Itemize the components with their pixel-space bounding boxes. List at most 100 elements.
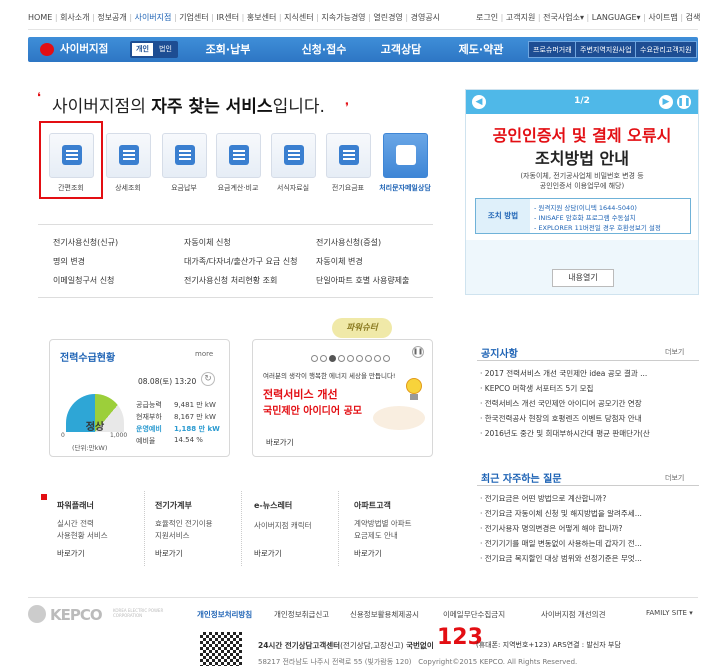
toggle-personal[interactable]: 개인 [132, 43, 153, 56]
footer-privacy-link[interactable]: 개인정보처리방침 [197, 609, 252, 620]
prosumer-button[interactable]: 프로슈머거래 [528, 41, 577, 58]
banner-desc1: (자동이체, 전기공사업체 비밀번호 변경 등 [520, 172, 644, 180]
top-link-biz[interactable]: 기업센터 [179, 13, 208, 22]
tab-inquiry[interactable]: 조회·납부 [180, 37, 276, 62]
top-link-about[interactable]: 회사소개 [60, 13, 89, 22]
promo-line1: 전력서비스 개선 [263, 388, 338, 401]
link-increase-supply[interactable]: 전기사용신청(증설) [316, 237, 381, 248]
pause-icon[interactable]: ❚❚ [412, 346, 424, 358]
service-label: 서식자료실 [276, 184, 310, 192]
top-link-ir[interactable]: IR센터 [216, 13, 239, 22]
quick-title: 아파트고객 [354, 501, 391, 510]
slide-dots[interactable] [311, 347, 392, 366]
top-link-home[interactable]: HOME [28, 13, 52, 22]
payment-icon [175, 145, 195, 165]
divider [38, 297, 433, 298]
promo-line2: 국민제안 아이디어 공모 [263, 406, 362, 417]
notice-more-link[interactable]: 더보기 [665, 347, 684, 357]
quick-item-newsletter[interactable]: e-뉴스레터 사이버지점 캐릭터 바로가기 [242, 491, 339, 566]
power-more-link[interactable]: more [195, 350, 213, 358]
notice-item[interactable]: · 한국전력공사 현장의 호평렌즈 이벤트 당첨자 안내 [480, 413, 695, 424]
quick-more-link[interactable]: 바로가기 [57, 548, 85, 559]
promo-caption: 여러분의 생각이 행복한 에너지 세상을 만듭니다! [263, 372, 396, 380]
top-link-pr[interactable]: 홍보센터 [247, 13, 276, 22]
top-nav-right: 로그인 | 고객지원 | 전국사업소▾ | LANGUAGE▾ | 사이트맵 |… [476, 13, 701, 22]
footer-link[interactable]: 개인정보취급신고 [274, 609, 329, 620]
service-payment[interactable] [162, 133, 207, 178]
link-family-discount[interactable]: 대가족/다자녀/출산가구 요금 신청 [184, 256, 298, 267]
kepco-logo[interactable]: KEPCO KOREA ELECTRIC POWER CORPORATION [28, 605, 188, 625]
top-link-public[interactable]: 경영공시 [411, 13, 440, 22]
quick-line: 요금제도 안내 [354, 531, 398, 540]
top-link-sustain[interactable]: 지속가능경영 [321, 13, 365, 22]
link-apartment-usage[interactable]: 단일아파트 호별 사용량제출 [316, 275, 409, 286]
login-link[interactable]: 로그인 [476, 13, 498, 22]
title-prefix: 사이버지점의 [52, 97, 152, 117]
tab-terms[interactable]: 제도·약관 [433, 37, 529, 62]
footer-link[interactable]: 사이버지점 개선의견 [541, 609, 605, 620]
faq-item[interactable]: · 전기기기를 매일 변동없이 사용하는데 갑자기 전... [480, 538, 695, 549]
notice-item[interactable]: · 2016년도 중간 및 희대부하시간대 평균 판매단가(산 [480, 428, 695, 439]
notice-banner: ◀ 1/2 ▶ ❚❚ 공인인증서 및 결제 오류시 조치방법 안내 (자동이체,… [465, 89, 699, 295]
offices-link[interactable]: 전국사업소 [543, 13, 580, 22]
service-detail-lookup[interactable] [106, 133, 151, 178]
top-link-cyber[interactable]: 사이버지점 [135, 13, 172, 22]
notice-item[interactable]: · 2017 전력서비스 개선 국민제안 idea 공모 결과 ... [480, 368, 695, 379]
service-forms[interactable] [271, 133, 316, 178]
regional-support-button[interactable]: 주변지역지원사업 [575, 41, 637, 58]
quick-item-powerplanner[interactable]: 파워플래너 실시간 전력 사용현황 서비스 바로가기 [41, 491, 145, 566]
service-label: 처리문자메일상담 [379, 184, 431, 192]
service-label: 전기요금표 [331, 184, 365, 192]
logo-text: KEPCO [50, 606, 103, 624]
top-link-knowledge[interactable]: 지식센터 [284, 13, 313, 22]
footer-link[interactable]: 이메일무단수집금지 [443, 609, 505, 620]
sitemap-link[interactable]: 사이트맵 [648, 13, 677, 22]
quick-title: e-뉴스레터 [254, 501, 293, 510]
top-link-open[interactable]: 열린경영 [373, 13, 402, 22]
power-datetime: 08.08(토) 13:20 [138, 377, 197, 386]
link-new-supply[interactable]: 전기사용신청(신규) [53, 237, 118, 248]
demand-mgmt-button[interactable]: 수요관리고객지원 [635, 41, 697, 58]
bill-zoom-icon [119, 145, 139, 165]
pause-icon[interactable]: ❚❚ [677, 95, 691, 109]
quick-more-link[interactable]: 바로가기 [155, 548, 183, 559]
link-autopay[interactable]: 자동이체 신청 [184, 237, 231, 248]
faq-more-link[interactable]: 더보기 [665, 473, 684, 483]
link-name-change[interactable]: 명의 변경 [53, 256, 85, 267]
link-email-bill[interactable]: 이메일청구서 신청 [53, 275, 114, 286]
faq-item[interactable]: · 전기요금은 어떤 방법으로 계산합니까? [480, 493, 695, 504]
notice-item[interactable]: · KEPCO 머학생 서포터즈 5기 모집 [480, 383, 695, 394]
footer-link[interactable]: 신용정보활용체제공시 [350, 609, 419, 620]
step-item: - EXPLORER 11버전일 경우 호환성보기 설정 [534, 224, 661, 232]
quick-item-household[interactable]: 전기가계부 효율적인 전기이용 지원서비스 바로가기 [145, 491, 242, 566]
service-quick-lookup[interactable] [49, 133, 94, 178]
quick-more-link[interactable]: 바로가기 [254, 548, 282, 559]
language-link[interactable]: LANGUAGE [592, 13, 637, 22]
service-calculate[interactable] [216, 133, 261, 178]
gauge-max: 1,000 [110, 432, 128, 439]
top-link-disclosure[interactable]: 정보공개 [97, 13, 126, 22]
support-link[interactable]: 고객지원 [506, 13, 535, 22]
search-link[interactable]: 검색 [686, 13, 701, 22]
row-label: 현재부하 [136, 413, 162, 421]
row-value: 14.54 % [174, 436, 203, 444]
refresh-icon[interactable]: ↻ [201, 372, 215, 386]
faq-item[interactable]: · 전기사용자 명의변경은 어떻게 해야 합니까? [480, 523, 695, 534]
faq-item[interactable]: · 전기요금 자동이체 신청 및 해지방법을 알려주세... [480, 508, 695, 519]
quick-services: 파워플래너 실시간 전력 사용현황 서비스 바로가기 전기가계부 효율적인 전기… [41, 491, 434, 566]
link-status-check[interactable]: 전기사용신청 처리현황 조회 [184, 275, 277, 286]
quick-more-link[interactable]: 바로가기 [354, 548, 382, 559]
notice-item[interactable]: · 전력서비스 개선 국민제안 아이디어 공모기간 연장 [480, 398, 695, 409]
promo-more-link[interactable]: 바로가기 [266, 437, 294, 448]
service-rate-table[interactable] [326, 133, 371, 178]
open-content-button[interactable]: 내용열기 [552, 269, 614, 287]
quick-item-apartment[interactable]: 아파트고객 계약방법별 아파트 요금제도 안내 바로가기 [339, 491, 434, 566]
service-sms-consult[interactable] [383, 133, 428, 178]
next-arrow-icon[interactable]: ▶ [659, 95, 673, 109]
link-autopay-change[interactable]: 자동이체 변경 [316, 256, 363, 267]
faq-item[interactable]: · 전기요금 복지할인 대상 범위와 선정기준은 무엇... [480, 553, 695, 564]
family-site-select[interactable]: FAMILY SITE ▾ [646, 609, 693, 617]
row-label: 운영예비 [136, 425, 162, 433]
toggle-corporate[interactable]: 법인 [155, 43, 176, 56]
brand-title[interactable]: 사이버지점 [60, 37, 108, 62]
